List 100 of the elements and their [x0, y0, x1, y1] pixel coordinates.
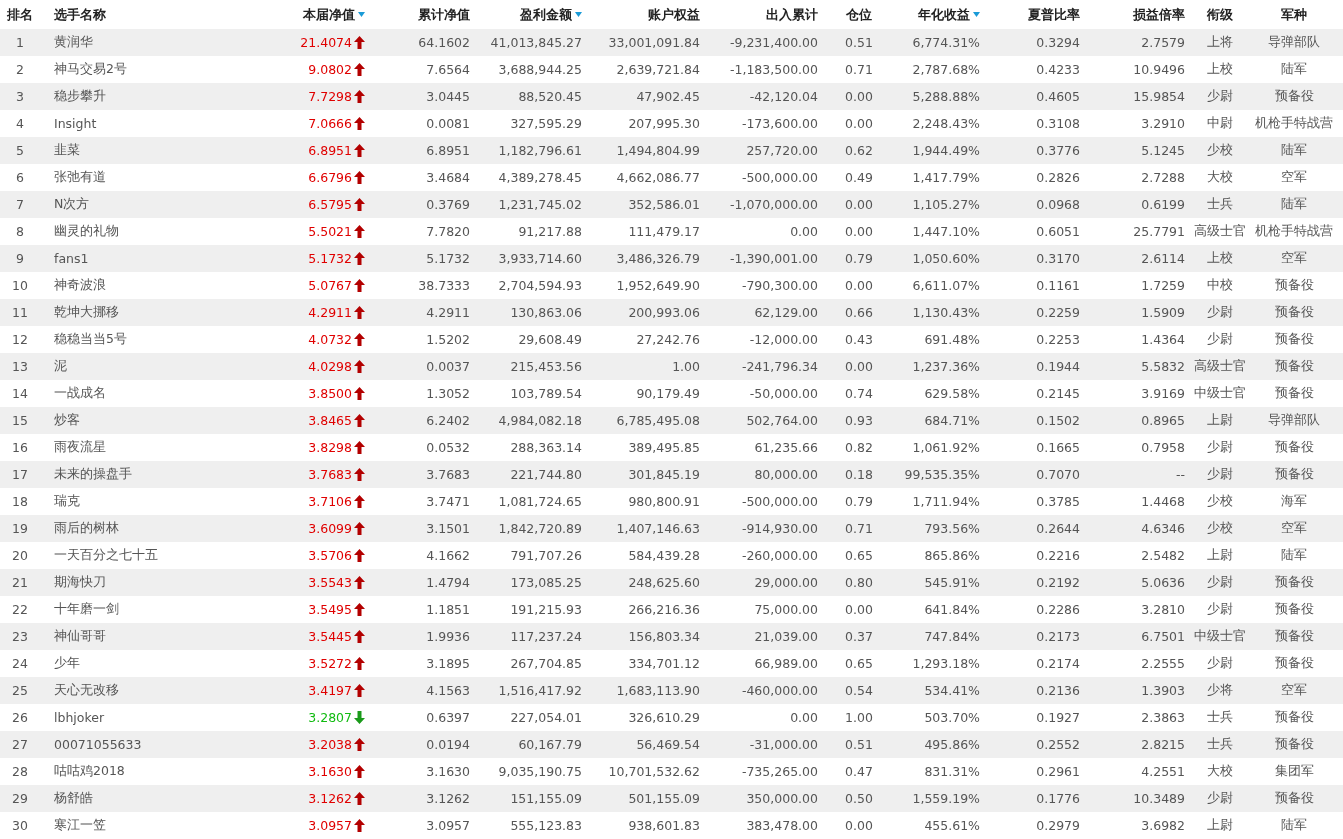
table-cell: 3.7683 [308, 467, 352, 482]
arrow-up-icon [354, 279, 365, 292]
table-cell: 0.3769 [426, 197, 470, 212]
column-header: 军种 [1281, 5, 1307, 24]
table-cell: 1 [16, 35, 24, 50]
table-cell: 张弛有道 [54, 169, 106, 186]
table-cell: 555,123.83 [510, 818, 582, 833]
table-cell: 中级士官 [1194, 628, 1246, 645]
table-cell: 33,001,091.84 [608, 35, 700, 50]
arrow-up-icon [354, 630, 365, 643]
table-cell: 173,085.25 [510, 575, 582, 590]
table-cell: 5.1732 [426, 251, 470, 266]
table-cell: 少尉 [1207, 790, 1233, 807]
table-cell: 0.1927 [1036, 710, 1080, 725]
table-cell: 导弹部队 [1268, 34, 1320, 51]
table-cell: 4.2911 [308, 305, 352, 320]
table-cell: 14 [12, 386, 28, 401]
table-cell: 5.0636 [1141, 575, 1185, 590]
table-cell: 501,155.09 [628, 791, 700, 806]
table-cell: 791,707.26 [510, 548, 582, 563]
arrow-up-icon [354, 495, 365, 508]
table-cell: 海军 [1281, 493, 1307, 510]
table-cell: 上尉 [1207, 412, 1233, 429]
table-cell: 8 [16, 224, 24, 239]
table-cell: 5 [16, 143, 24, 158]
table-cell: 6.7501 [1141, 629, 1185, 644]
table-cell: 0.00 [845, 602, 873, 617]
arrow-up-icon [354, 522, 365, 535]
table-cell: 3.8500 [308, 386, 352, 401]
table-cell: 3.4684 [426, 170, 470, 185]
arrow-up-icon [354, 576, 365, 589]
table-cell: 3.9169 [1141, 386, 1185, 401]
arrow-up-icon [354, 36, 365, 49]
table-cell: 1,559.19% [912, 791, 980, 806]
table-cell: 266,216.36 [628, 602, 700, 617]
table-cell: N次方 [54, 196, 90, 213]
table-cell: 3.5495 [308, 602, 352, 617]
table-cell: 200,993.06 [628, 305, 700, 320]
table-cell: 3.0957 [308, 818, 352, 833]
table-cell: 30 [12, 818, 28, 833]
table-cell: 中尉 [1207, 115, 1233, 132]
table-cell: 1,293.18% [912, 656, 980, 671]
table-cell: 咕咕鸡2018 [54, 763, 125, 780]
table-cell: 3.1262 [426, 791, 470, 806]
table-cell: 383,478.00 [746, 818, 818, 833]
arrow-up-icon [354, 90, 365, 103]
table-cell: 3,933,714.60 [498, 251, 582, 266]
table-cell: 0.66 [845, 305, 873, 320]
column-header: 账户权益 [648, 5, 700, 24]
table-cell: 691.48% [924, 332, 980, 347]
table-cell: 3.1501 [426, 521, 470, 536]
table-cell: 629.58% [924, 386, 980, 401]
table-cell: 预备役 [1274, 574, 1314, 591]
table-cell: 641.84% [924, 602, 980, 617]
column-header[interactable]: 年化收益 [918, 5, 980, 24]
column-header[interactable]: 盈利金额 [520, 5, 582, 24]
arrow-up-icon [354, 171, 365, 184]
table-cell: 4.1563 [426, 683, 470, 698]
table-cell: 0.00 [845, 359, 873, 374]
table-cell: 预备役 [1274, 790, 1314, 807]
table-cell: 0.1944 [1036, 359, 1080, 374]
table-cell: 2,639,721.84 [616, 62, 700, 77]
table-cell: 1,842,720.89 [498, 521, 582, 536]
table-cell: 103,789.54 [510, 386, 582, 401]
table-cell: -500,000.00 [741, 494, 818, 509]
table-cell: 221,744.80 [510, 467, 582, 482]
table-cell: 0.93 [845, 413, 873, 428]
table-cell: 0.00 [790, 710, 818, 725]
table-cell: 3.8298 [308, 440, 352, 455]
table-cell: 3.5272 [308, 656, 352, 671]
table-cell: 584,439.28 [628, 548, 700, 563]
arrow-up-icon [354, 657, 365, 670]
table-cell: 10.3489 [1133, 791, 1185, 806]
table-cell: 0.2961 [1036, 764, 1080, 779]
table-cell: 稳步攀升 [54, 88, 106, 105]
table-cell: 0.1161 [1036, 278, 1080, 293]
table-cell: 502,764.00 [746, 413, 818, 428]
column-header[interactable]: 本届净值 [303, 5, 365, 24]
arrow-up-icon [354, 360, 365, 373]
table-cell: 62,129.00 [754, 305, 818, 320]
column-header: 排名 [7, 5, 33, 24]
table-cell: 少尉 [1207, 439, 1233, 456]
table-cell: 9 [16, 251, 24, 266]
table-cell: 980,800.91 [628, 494, 700, 509]
table-cell: 21 [12, 575, 28, 590]
table-cell: fans1 [54, 251, 89, 266]
table-cell: 1,494,804.99 [616, 143, 700, 158]
table-cell: -- [1175, 467, 1185, 482]
table-cell: 少尉 [1207, 331, 1233, 348]
table-cell: 5.5021 [308, 224, 352, 239]
table-cell: 1,683,113.90 [616, 683, 700, 698]
table-cell: 泥 [54, 358, 67, 375]
table-cell: 0.43 [845, 332, 873, 347]
table-cell: 288,363.14 [510, 440, 582, 455]
table-cell: -914,930.00 [741, 521, 818, 536]
table-cell: 0.2173 [1036, 629, 1080, 644]
table-cell: 0.2145 [1036, 386, 1080, 401]
table-cell: -9,231,400.00 [730, 35, 818, 50]
table-cell: 少尉 [1207, 304, 1233, 321]
table-cell: 1,952,649.90 [616, 278, 700, 293]
